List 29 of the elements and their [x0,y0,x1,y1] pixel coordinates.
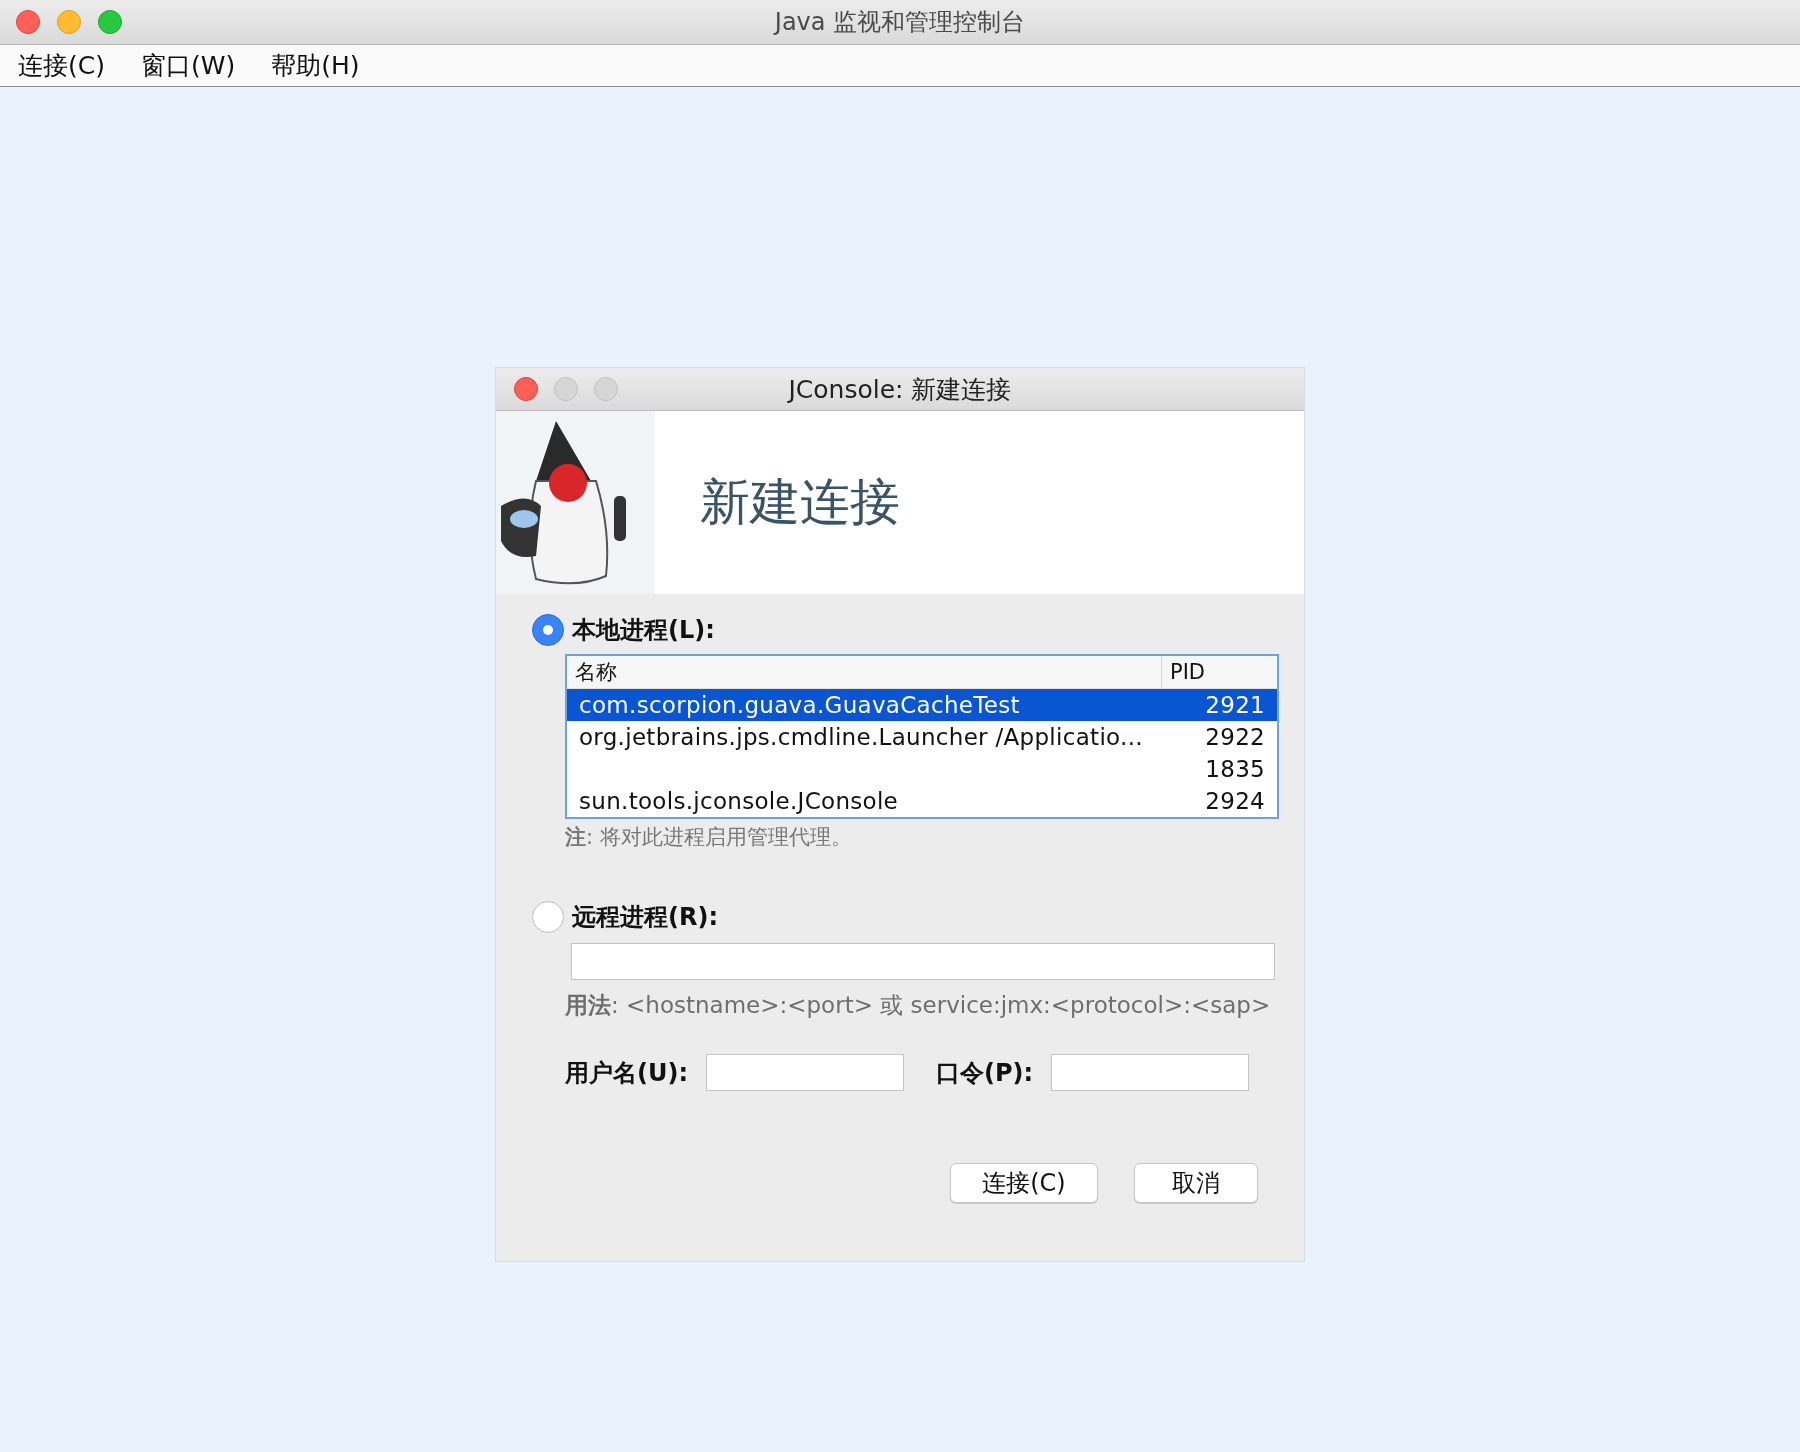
remote-address-field[interactable] [571,943,1275,980]
usage-text: 用法: <hostname>:<port> 或 service:jmx:<protocol>:<sap> [565,991,1272,1020]
radio-button[interactable] [532,614,564,646]
connect-button[interactable]: 连接(C) [950,1163,1098,1203]
radio-button[interactable] [532,901,564,933]
minimize-icon[interactable] [57,10,81,34]
close-icon[interactable] [514,377,538,401]
menu-item[interactable]: 连接(C) [18,49,105,82]
username-label: 用户名(U): [565,1057,689,1089]
note-text: 注: 将对此进程启用管理代理。 [565,824,853,851]
dialog-heading: 新建连接 [700,472,900,533]
close-icon[interactable] [16,10,40,34]
zoom-icon[interactable] [98,10,122,34]
remote-process-label: 远程进程(R): [572,902,718,933]
cancel-button[interactable]: 取消 [1134,1163,1258,1203]
table-cell[interactable]: com.scorpion.guava.GuavaCacheTest [567,689,1162,721]
password-label: 口令(P): [936,1057,1034,1089]
password-field[interactable] [1051,1054,1250,1091]
window-title: Java 监视和管理控制台 [774,7,1026,38]
menu-item[interactable]: 窗口(W) [140,49,236,82]
menu-item[interactable]: 帮助(H) [271,49,360,82]
table-cell[interactable]: 2921 [1162,689,1277,721]
column-header[interactable]: 名称 [567,656,1162,689]
minimize-icon [554,377,578,401]
zoom-icon [594,377,618,401]
username-field[interactable] [706,1054,905,1091]
dialog-title: JConsole: 新建连接 [788,373,1012,406]
local-process-label: 本地进程(L): [572,615,715,646]
column-header[interactable]: PID [1162,656,1277,689]
